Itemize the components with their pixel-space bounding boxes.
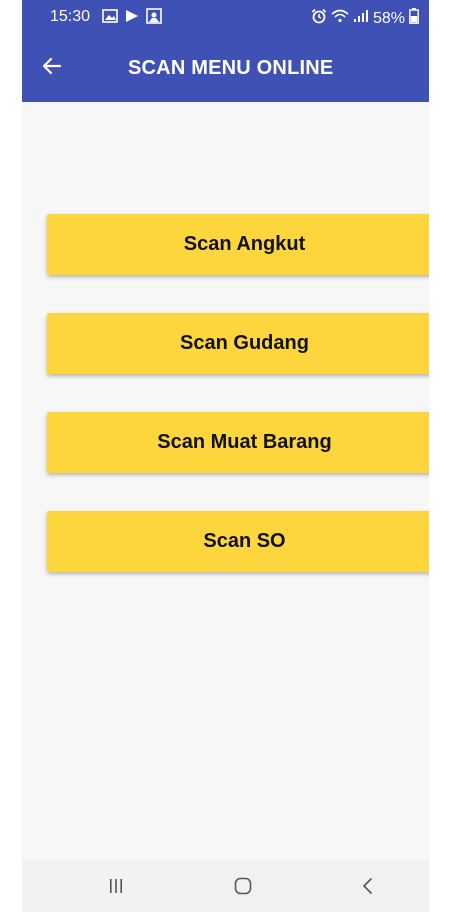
scan-muat-barang-button[interactable]: Scan Muat Barang	[47, 412, 429, 473]
alarm-icon	[311, 8, 327, 29]
phone-screen: 15:30 58% SCAN MENU ONLINE Scan Angkut S…	[22, 0, 429, 912]
signal-icon	[353, 9, 369, 28]
status-system-icons: 58%	[311, 8, 419, 29]
back-button[interactable]	[38, 54, 66, 82]
arrow-left-icon	[42, 56, 62, 81]
wifi-icon	[331, 9, 349, 28]
photo-icon	[146, 8, 162, 29]
battery-percentage: 58%	[372, 9, 405, 27]
scan-angkut-button[interactable]: Scan Angkut	[47, 214, 429, 275]
status-notification-icons	[102, 8, 162, 29]
scan-gudang-button[interactable]: Scan Gudang	[47, 313, 429, 374]
system-nav-bar	[22, 860, 429, 912]
play-icon	[124, 9, 140, 28]
app-bar: SCAN MENU ONLINE	[22, 34, 429, 102]
battery-icon	[409, 8, 419, 29]
recent-apps-icon[interactable]	[104, 874, 128, 898]
status-time: 15:30	[50, 8, 91, 25]
scan-so-button[interactable]: Scan SO	[47, 511, 429, 572]
home-icon[interactable]	[231, 874, 255, 898]
page-title: SCAN MENU ONLINE	[128, 57, 334, 79]
gallery-icon	[102, 9, 118, 28]
status-bar: 15:30 58%	[22, 0, 429, 34]
back-icon[interactable]	[356, 874, 380, 898]
